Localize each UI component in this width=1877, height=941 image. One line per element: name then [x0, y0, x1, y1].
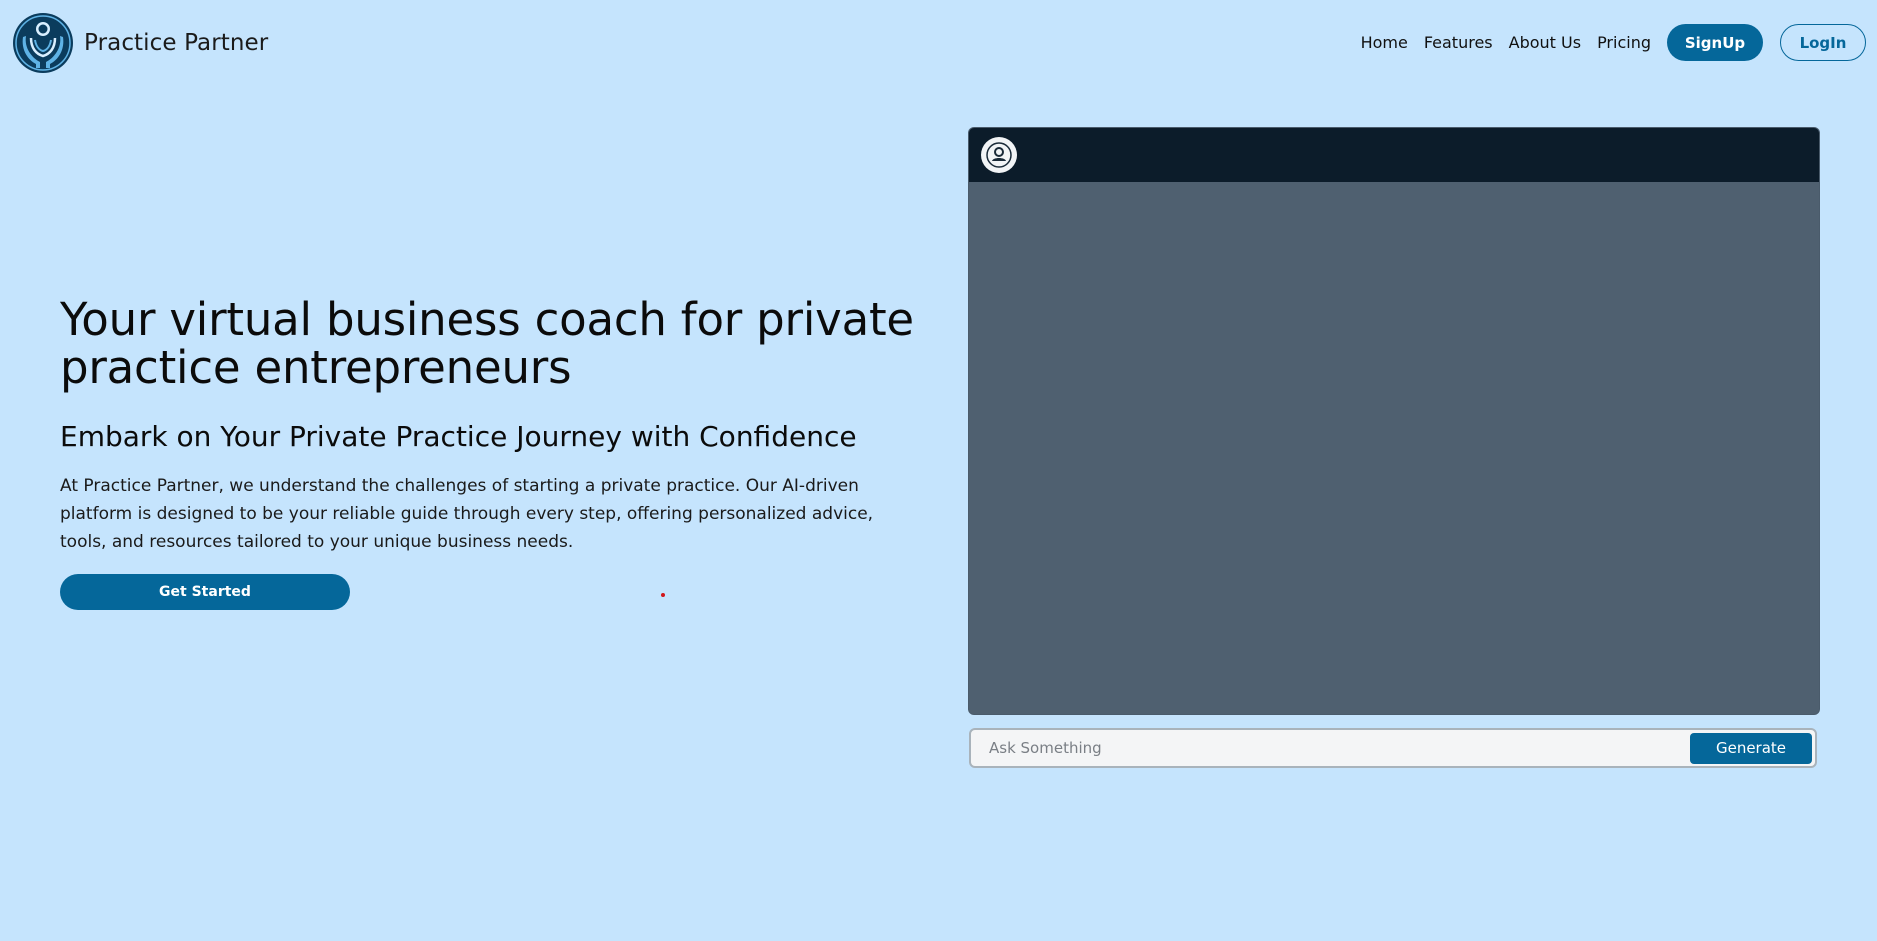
ask-bar: Generate: [969, 728, 1817, 768]
user-icon: [986, 142, 1012, 168]
nav-pricing[interactable]: Pricing: [1597, 33, 1651, 52]
main-nav: Home Features About Us Pricing SignUp Lo…: [1361, 24, 1866, 61]
brand-name: Practice Partner: [84, 30, 269, 56]
nav-about-us[interactable]: About Us: [1509, 33, 1581, 52]
login-button[interactable]: LogIn: [1780, 24, 1866, 61]
chat-header: [969, 128, 1819, 182]
hero-subtitle: Embark on Your Private Practice Journey …: [60, 420, 857, 453]
user-avatar[interactable]: [981, 137, 1017, 173]
nav-features[interactable]: Features: [1424, 33, 1493, 52]
practice-partner-logo-icon: [13, 13, 73, 73]
brand[interactable]: Practice Partner: [12, 12, 268, 74]
hero-description: At Practice Partner, we understand the c…: [60, 476, 874, 552]
chat-panel: [969, 128, 1819, 714]
get-started-button[interactable]: Get Started: [60, 574, 350, 610]
ask-input[interactable]: [971, 730, 1690, 766]
hero-title: Your virtual business coach for private …: [60, 293, 914, 394]
signup-button[interactable]: SignUp: [1667, 24, 1763, 61]
cursor-dot: [661, 593, 665, 597]
site-header: Practice Partner Home Features About Us …: [0, 0, 1877, 88]
nav-home[interactable]: Home: [1361, 33, 1408, 52]
generate-button[interactable]: Generate: [1690, 732, 1812, 764]
hero-section: Your virtual business coach for private …: [60, 296, 940, 610]
chat-messages-area[interactable]: [969, 182, 1819, 714]
